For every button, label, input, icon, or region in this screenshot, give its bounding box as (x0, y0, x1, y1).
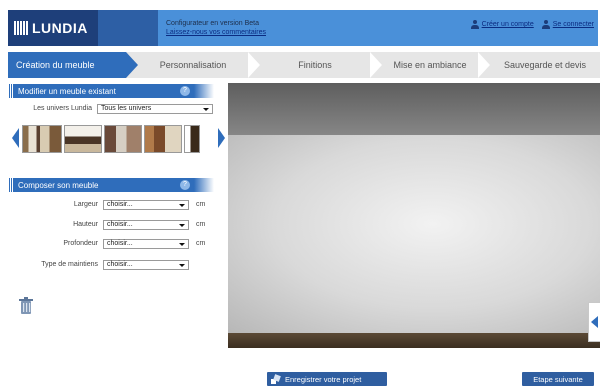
steps-nav: Création du meuble Personnalisation Fini… (8, 52, 600, 78)
arrow-left-icon[interactable] (12, 128, 19, 148)
compose-panel-title: Composer son meuble (18, 180, 99, 190)
help-icon[interactable]: ? (180, 86, 190, 96)
panel-stripe (8, 84, 14, 98)
step-label: Finitions (298, 60, 332, 70)
logo-extension (98, 10, 158, 46)
feedback-link[interactable]: Laissez-nous vos commentaires (166, 28, 266, 37)
step-personnalisation[interactable]: Personnalisation (138, 52, 248, 78)
step-finitions[interactable]: Finitions (260, 52, 370, 78)
help-icon[interactable]: ? (180, 180, 190, 190)
support-type-value: choisir... (107, 261, 133, 268)
user-icon (541, 20, 550, 29)
compose-panel-header: Composer son meuble ? (8, 178, 214, 192)
panel-fade (194, 178, 214, 192)
step-creation[interactable]: Création du meuble (8, 52, 126, 78)
save-project-button[interactable]: Enregistrer votre projet (267, 372, 387, 386)
step-separator (478, 52, 490, 78)
collapse-panel-tab[interactable] (588, 302, 600, 342)
room-wall (228, 135, 600, 333)
logo-bars-icon (14, 21, 28, 35)
support-type-select[interactable]: choisir... (103, 260, 189, 270)
height-label: Hauteur (73, 221, 98, 228)
save-project-label: Enregistrer votre projet (285, 374, 362, 384)
next-step-label: Etape suivante (533, 374, 583, 384)
login-label: Se connecter (552, 21, 594, 28)
depth-unit: cm (196, 240, 206, 247)
thumbnail-4[interactable] (144, 125, 182, 153)
caret-down-icon (179, 264, 185, 267)
height-unit: cm (196, 221, 206, 228)
step-separator (370, 52, 382, 78)
logo[interactable]: LUNDIA (8, 10, 98, 46)
modify-panel-header: Modifier un meuble existant ? (8, 84, 214, 98)
caret-down-icon (179, 224, 185, 227)
universe-value: Tous les univers (101, 105, 152, 112)
step-arrow (126, 52, 138, 78)
config-title: Configurateur en version Beta (166, 20, 259, 27)
depth-value: choisir... (107, 240, 133, 247)
header: LUNDIA Configurateur en version Beta Lai… (8, 10, 598, 46)
support-type-label: Type de maintiens (41, 261, 98, 268)
room-ceiling (228, 83, 600, 135)
height-value: choisir... (107, 221, 133, 228)
step-label: Mise en ambiance (393, 60, 467, 70)
step-label: Personnalisation (159, 60, 227, 70)
step-label: Création du meuble (16, 60, 95, 70)
universe-label: Les univers Lundia (33, 105, 92, 112)
panel-fade (194, 84, 214, 98)
depth-label: Profondeur (63, 240, 98, 247)
3d-viewport[interactable] (228, 83, 600, 348)
create-account-link[interactable]: Créer un compte (470, 20, 534, 29)
caret-down-icon (179, 204, 185, 207)
thumbnail-2[interactable] (64, 125, 102, 153)
user-icon (470, 20, 479, 29)
caret-down-icon (203, 108, 209, 111)
modify-panel-title: Modifier un meuble existant (18, 86, 116, 96)
universe-select[interactable]: Tous les univers (97, 104, 213, 114)
trash-icon[interactable] (18, 297, 34, 315)
thumbnail-1[interactable] (22, 125, 62, 153)
next-step-button[interactable]: Etape suivante (522, 372, 594, 386)
width-value: choisir... (107, 201, 133, 208)
width-select[interactable]: choisir... (103, 200, 189, 210)
save-icon (271, 375, 280, 384)
height-select[interactable]: choisir... (103, 220, 189, 230)
width-unit: cm (196, 201, 206, 208)
account-links: Créer un compte Se connecter (470, 20, 594, 29)
panel-stripe (8, 178, 14, 192)
step-label: Sauvegarde et devis (503, 60, 587, 70)
login-link[interactable]: Se connecter (541, 20, 594, 29)
step-separator (248, 52, 260, 78)
step-sauvegarde[interactable]: Sauvegarde et devis (490, 52, 600, 78)
depth-select[interactable]: choisir... (103, 239, 189, 249)
width-label: Largeur (73, 201, 98, 208)
step-ambiance[interactable]: Mise en ambiance (382, 52, 478, 78)
thumbnail-5[interactable] (184, 125, 200, 153)
caret-down-icon (179, 243, 185, 246)
arrow-right-icon[interactable] (218, 128, 225, 148)
config-info: Configurateur en version Beta Laissez-no… (166, 19, 266, 37)
logo-text: LUNDIA (32, 20, 88, 36)
create-account-label: Créer un compte (481, 21, 534, 28)
room-floor (228, 333, 600, 348)
thumbnail-3[interactable] (104, 125, 142, 153)
